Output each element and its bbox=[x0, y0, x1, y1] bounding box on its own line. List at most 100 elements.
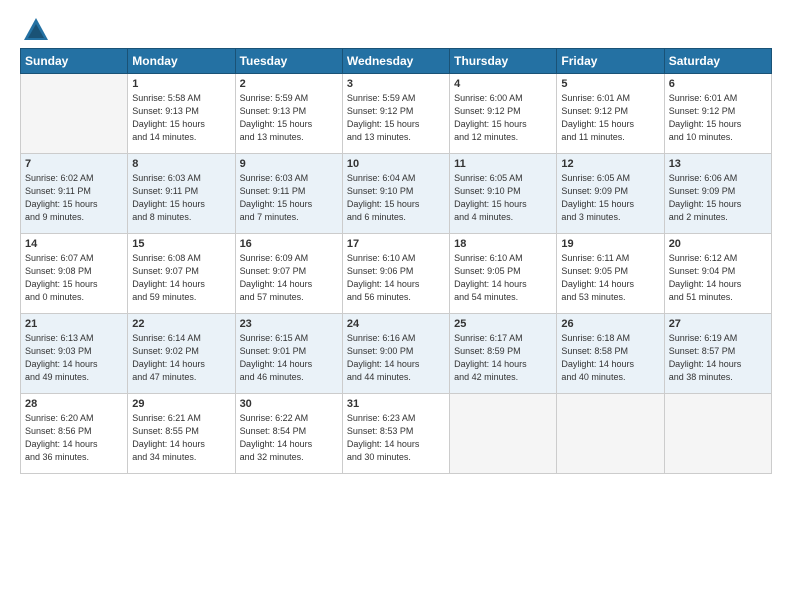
day-info: Sunrise: 6:22 AM Sunset: 8:54 PM Dayligh… bbox=[240, 412, 338, 464]
calendar-cell: 7 Sunrise: 6:02 AM Sunset: 9:11 PM Daylig… bbox=[21, 154, 128, 234]
day-number: 22 bbox=[132, 318, 230, 330]
calendar-cell: 2 Sunrise: 5:59 AM Sunset: 9:13 PM Daylig… bbox=[235, 74, 342, 154]
day-info: Sunrise: 6:18 AM Sunset: 8:58 PM Dayligh… bbox=[561, 332, 659, 384]
day-number: 8 bbox=[132, 158, 230, 170]
day-number: 13 bbox=[669, 158, 767, 170]
day-info: Sunrise: 6:04 AM Sunset: 9:10 PM Dayligh… bbox=[347, 172, 445, 224]
day-info: Sunrise: 6:00 AM Sunset: 9:12 PM Dayligh… bbox=[454, 92, 552, 144]
calendar-cell: 19 Sunrise: 6:11 AM Sunset: 9:05 PM Dayli… bbox=[557, 234, 664, 314]
day-info: Sunrise: 6:02 AM Sunset: 9:11 PM Dayligh… bbox=[25, 172, 123, 224]
day-info: Sunrise: 6:23 AM Sunset: 8:53 PM Dayligh… bbox=[347, 412, 445, 464]
calendar-header-row: SundayMondayTuesdayWednesdayThursdayFrid… bbox=[21, 49, 772, 74]
weekday-header: Saturday bbox=[664, 49, 771, 74]
day-number: 2 bbox=[240, 78, 338, 90]
calendar-cell: 27 Sunrise: 6:19 AM Sunset: 8:57 PM Dayli… bbox=[664, 314, 771, 394]
calendar-cell: 24 Sunrise: 6:16 AM Sunset: 9:00 PM Dayli… bbox=[342, 314, 449, 394]
day-number: 4 bbox=[454, 78, 552, 90]
day-info: Sunrise: 6:09 AM Sunset: 9:07 PM Dayligh… bbox=[240, 252, 338, 304]
calendar-week-row: 21 Sunrise: 6:13 AM Sunset: 9:03 PM Dayli… bbox=[21, 314, 772, 394]
calendar-cell: 3 Sunrise: 5:59 AM Sunset: 9:12 PM Daylig… bbox=[342, 74, 449, 154]
day-number: 7 bbox=[25, 158, 123, 170]
page-header bbox=[20, 16, 772, 44]
logo-icon bbox=[22, 16, 50, 44]
day-number: 9 bbox=[240, 158, 338, 170]
calendar-cell: 28 Sunrise: 6:20 AM Sunset: 8:56 PM Dayli… bbox=[21, 394, 128, 474]
weekday-header: Monday bbox=[128, 49, 235, 74]
day-number: 29 bbox=[132, 398, 230, 410]
weekday-header: Thursday bbox=[450, 49, 557, 74]
day-info: Sunrise: 6:16 AM Sunset: 9:00 PM Dayligh… bbox=[347, 332, 445, 384]
day-info: Sunrise: 6:11 AM Sunset: 9:05 PM Dayligh… bbox=[561, 252, 659, 304]
calendar-cell: 15 Sunrise: 6:08 AM Sunset: 9:07 PM Dayli… bbox=[128, 234, 235, 314]
day-info: Sunrise: 6:17 AM Sunset: 8:59 PM Dayligh… bbox=[454, 332, 552, 384]
calendar-cell: 18 Sunrise: 6:10 AM Sunset: 9:05 PM Dayli… bbox=[450, 234, 557, 314]
day-info: Sunrise: 6:20 AM Sunset: 8:56 PM Dayligh… bbox=[25, 412, 123, 464]
calendar-cell: 29 Sunrise: 6:21 AM Sunset: 8:55 PM Dayli… bbox=[128, 394, 235, 474]
day-number: 16 bbox=[240, 238, 338, 250]
day-info: Sunrise: 6:08 AM Sunset: 9:07 PM Dayligh… bbox=[132, 252, 230, 304]
calendar-cell: 5 Sunrise: 6:01 AM Sunset: 9:12 PM Daylig… bbox=[557, 74, 664, 154]
day-number: 11 bbox=[454, 158, 552, 170]
day-number: 30 bbox=[240, 398, 338, 410]
day-number: 14 bbox=[25, 238, 123, 250]
day-number: 3 bbox=[347, 78, 445, 90]
calendar-cell: 26 Sunrise: 6:18 AM Sunset: 8:58 PM Dayli… bbox=[557, 314, 664, 394]
calendar-cell: 31 Sunrise: 6:23 AM Sunset: 8:53 PM Dayli… bbox=[342, 394, 449, 474]
calendar-week-row: 14Sunrise: 6:07 AM Sunset: 9:08 PM Dayli… bbox=[21, 234, 772, 314]
day-number: 31 bbox=[347, 398, 445, 410]
calendar-week-row: 7 Sunrise: 6:02 AM Sunset: 9:11 PM Daylig… bbox=[21, 154, 772, 234]
day-info: Sunrise: 6:14 AM Sunset: 9:02 PM Dayligh… bbox=[132, 332, 230, 384]
calendar-cell: 12 Sunrise: 6:05 AM Sunset: 9:09 PM Dayli… bbox=[557, 154, 664, 234]
day-number: 6 bbox=[669, 78, 767, 90]
day-number: 28 bbox=[25, 398, 123, 410]
calendar-cell: 11Sunrise: 6:05 AM Sunset: 9:10 PM Dayli… bbox=[450, 154, 557, 234]
day-info: Sunrise: 5:59 AM Sunset: 9:13 PM Dayligh… bbox=[240, 92, 338, 144]
day-number: 19 bbox=[561, 238, 659, 250]
day-info: Sunrise: 6:19 AM Sunset: 8:57 PM Dayligh… bbox=[669, 332, 767, 384]
calendar-cell: 16 Sunrise: 6:09 AM Sunset: 9:07 PM Dayli… bbox=[235, 234, 342, 314]
day-number: 15 bbox=[132, 238, 230, 250]
day-number: 17 bbox=[347, 238, 445, 250]
day-number: 12 bbox=[561, 158, 659, 170]
calendar-cell: 6Sunrise: 6:01 AM Sunset: 9:12 PM Daylig… bbox=[664, 74, 771, 154]
day-info: Sunrise: 6:12 AM Sunset: 9:04 PM Dayligh… bbox=[669, 252, 767, 304]
calendar-cell: 14Sunrise: 6:07 AM Sunset: 9:08 PM Dayli… bbox=[21, 234, 128, 314]
day-info: Sunrise: 5:59 AM Sunset: 9:12 PM Dayligh… bbox=[347, 92, 445, 144]
calendar-cell: 25Sunrise: 6:17 AM Sunset: 8:59 PM Dayli… bbox=[450, 314, 557, 394]
calendar-cell: 1Sunrise: 5:58 AM Sunset: 9:13 PM Daylig… bbox=[128, 74, 235, 154]
day-info: Sunrise: 6:03 AM Sunset: 9:11 PM Dayligh… bbox=[240, 172, 338, 224]
day-number: 27 bbox=[669, 318, 767, 330]
calendar-cell: 21 Sunrise: 6:13 AM Sunset: 9:03 PM Dayli… bbox=[21, 314, 128, 394]
day-number: 24 bbox=[347, 318, 445, 330]
weekday-header: Wednesday bbox=[342, 49, 449, 74]
day-info: Sunrise: 6:10 AM Sunset: 9:05 PM Dayligh… bbox=[454, 252, 552, 304]
logo bbox=[20, 16, 50, 44]
day-number: 20 bbox=[669, 238, 767, 250]
day-number: 18 bbox=[454, 238, 552, 250]
weekday-header: Tuesday bbox=[235, 49, 342, 74]
day-number: 26 bbox=[561, 318, 659, 330]
day-number: 10 bbox=[347, 158, 445, 170]
day-info: Sunrise: 6:21 AM Sunset: 8:55 PM Dayligh… bbox=[132, 412, 230, 464]
day-info: Sunrise: 6:13 AM Sunset: 9:03 PM Dayligh… bbox=[25, 332, 123, 384]
day-info: Sunrise: 6:01 AM Sunset: 9:12 PM Dayligh… bbox=[561, 92, 659, 144]
calendar-cell bbox=[21, 74, 128, 154]
calendar-cell: 9 Sunrise: 6:03 AM Sunset: 9:11 PM Daylig… bbox=[235, 154, 342, 234]
calendar-cell bbox=[557, 394, 664, 474]
day-number: 5 bbox=[561, 78, 659, 90]
calendar-cell: 13Sunrise: 6:06 AM Sunset: 9:09 PM Dayli… bbox=[664, 154, 771, 234]
day-info: Sunrise: 6:10 AM Sunset: 9:06 PM Dayligh… bbox=[347, 252, 445, 304]
calendar-cell: 8Sunrise: 6:03 AM Sunset: 9:11 PM Daylig… bbox=[128, 154, 235, 234]
calendar-cell: 30 Sunrise: 6:22 AM Sunset: 8:54 PM Dayli… bbox=[235, 394, 342, 474]
calendar-cell: 10 Sunrise: 6:04 AM Sunset: 9:10 PM Dayli… bbox=[342, 154, 449, 234]
calendar-week-row: 28 Sunrise: 6:20 AM Sunset: 8:56 PM Dayli… bbox=[21, 394, 772, 474]
day-info: Sunrise: 5:58 AM Sunset: 9:13 PM Dayligh… bbox=[132, 92, 230, 144]
calendar-cell: 20 Sunrise: 6:12 AM Sunset: 9:04 PM Dayli… bbox=[664, 234, 771, 314]
calendar-cell: 4 Sunrise: 6:00 AM Sunset: 9:12 PM Daylig… bbox=[450, 74, 557, 154]
day-number: 21 bbox=[25, 318, 123, 330]
weekday-header: Friday bbox=[557, 49, 664, 74]
day-info: Sunrise: 6:15 AM Sunset: 9:01 PM Dayligh… bbox=[240, 332, 338, 384]
calendar-table: SundayMondayTuesdayWednesdayThursdayFrid… bbox=[20, 48, 772, 474]
day-info: Sunrise: 6:05 AM Sunset: 9:09 PM Dayligh… bbox=[561, 172, 659, 224]
calendar-cell: 22 Sunrise: 6:14 AM Sunset: 9:02 PM Dayli… bbox=[128, 314, 235, 394]
